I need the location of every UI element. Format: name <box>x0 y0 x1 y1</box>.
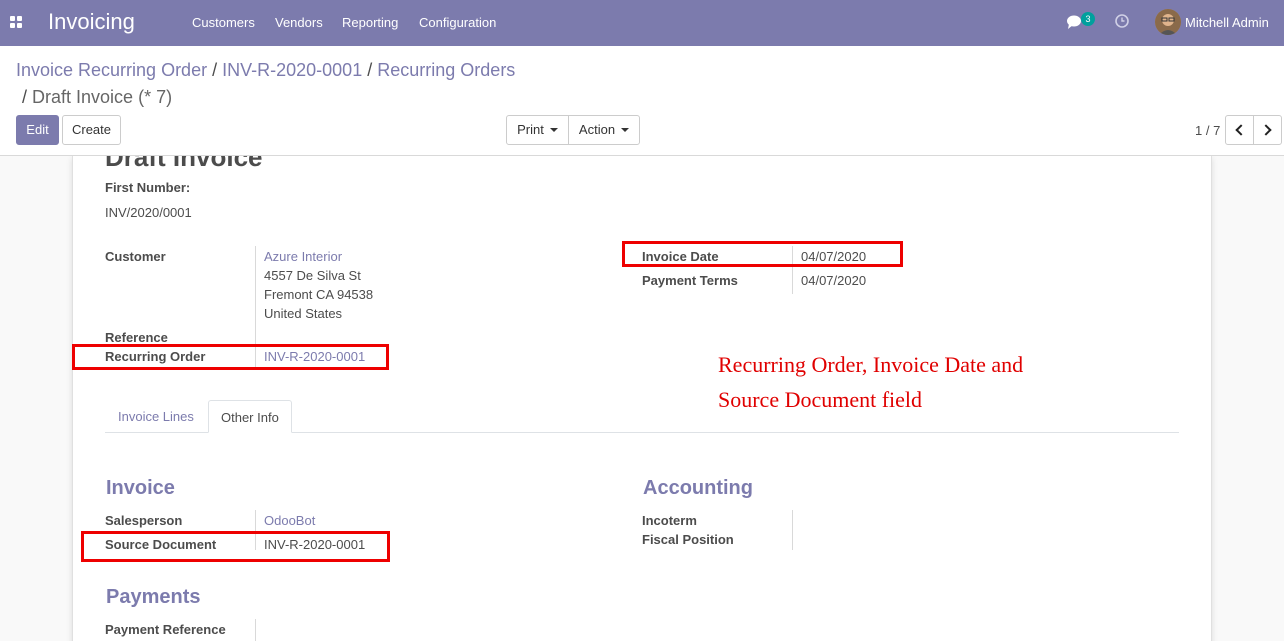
highlight-invoice-date <box>622 241 903 267</box>
payments-section-title: Payments <box>106 586 201 608</box>
chevron-left-icon <box>1235 124 1247 136</box>
breadcrumb-recurring-orders[interactable]: Recurring Orders <box>377 60 515 80</box>
pager-next-button[interactable] <box>1253 115 1282 145</box>
chevron-right-icon <box>1260 124 1272 136</box>
breadcrumb-separator: / <box>367 60 373 80</box>
pager-value[interactable]: 1 / 7 <box>1195 123 1220 138</box>
tab-invoice-lines[interactable]: Invoice Lines <box>106 400 206 433</box>
highlight-recurring-order <box>72 344 389 370</box>
menu-customers[interactable]: Customers <box>192 15 255 30</box>
customer-label: Customer <box>105 249 166 264</box>
apps-menu-icon[interactable] <box>10 16 22 28</box>
customer-link[interactable]: Azure Interior <box>264 249 342 264</box>
action-label: Action <box>578 122 616 137</box>
customer-address-line: 4557 De Silva St <box>264 268 361 283</box>
pager-previous-button[interactable] <box>1225 115 1254 145</box>
action-dropdown-button[interactable]: Action <box>568 115 640 145</box>
first-number-label: First Number: <box>105 180 191 195</box>
breadcrumb-recurring-record[interactable]: INV-R-2020-0001 <box>222 60 362 80</box>
print-dropdown-button[interactable]: Print <box>506 115 569 145</box>
app-title[interactable]: Invoicing <box>48 9 135 35</box>
payment-terms-label: Payment Terms <box>642 273 738 288</box>
user-name[interactable]: Mitchell Admin <box>1185 15 1269 30</box>
field-divider <box>255 619 256 641</box>
form-view: Draft Invoice First Number: INV/2020/000… <box>0 156 1284 641</box>
form-sheet: Draft Invoice First Number: INV/2020/000… <box>72 156 1212 641</box>
breadcrumb-separator: / <box>212 60 218 80</box>
breadcrumb: Invoice Recurring Order / INV-R-2020-000… <box>16 60 515 81</box>
caret-down-icon <box>549 127 558 132</box>
breadcrumb-active: Draft Invoice (* 7) <box>32 87 173 107</box>
accounting-section-title: Accounting <box>643 477 753 499</box>
annotation-line: Recurring Order, Invoice Date and <box>718 352 1024 377</box>
breadcrumb-separator: / <box>22 87 28 107</box>
top-navbar: Invoicing Customers Vendors Reporting Co… <box>0 0 1284 46</box>
menu-reporting[interactable]: Reporting <box>342 15 398 30</box>
menu-vendors[interactable]: Vendors <box>275 15 323 30</box>
caret-down-icon <box>621 127 630 132</box>
create-button[interactable]: Create <box>62 115 121 145</box>
salesperson-label: Salesperson <box>105 513 183 528</box>
fiscal-position-label: Fiscal Position <box>642 532 734 547</box>
edit-button[interactable]: Edit <box>16 115 59 145</box>
annotation-line: Source Document field <box>718 387 923 412</box>
invoice-section-title: Invoice <box>106 477 175 499</box>
control-panel: Invoice Recurring Order / INV-R-2020-000… <box>0 46 1284 156</box>
payment-terms-value: 04/07/2020 <box>801 273 867 288</box>
tab-other-info[interactable]: Other Info <box>208 400 292 433</box>
customer-address-line: United States <box>264 306 343 321</box>
document-title: Draft Invoice <box>105 156 263 172</box>
reference-label: Reference <box>105 330 168 345</box>
salesperson-link[interactable]: OdooBot <box>264 513 315 528</box>
incoterm-label: Incoterm <box>642 513 697 528</box>
chat-badge: 3 <box>1081 12 1095 26</box>
print-label: Print <box>517 122 544 137</box>
user-avatar[interactable] <box>1155 9 1181 35</box>
payment-reference-label: Payment Reference <box>105 622 226 637</box>
clock-icon[interactable] <box>1115 14 1129 28</box>
customer-address-line: Fremont CA 94538 <box>264 287 374 302</box>
menu-configuration[interactable]: Configuration <box>419 15 496 30</box>
first-number-value: INV/2020/0001 <box>105 205 192 220</box>
breadcrumb-invoice-recurring-order[interactable]: Invoice Recurring Order <box>16 60 207 80</box>
field-divider <box>792 510 793 550</box>
highlight-source-document <box>81 531 390 562</box>
